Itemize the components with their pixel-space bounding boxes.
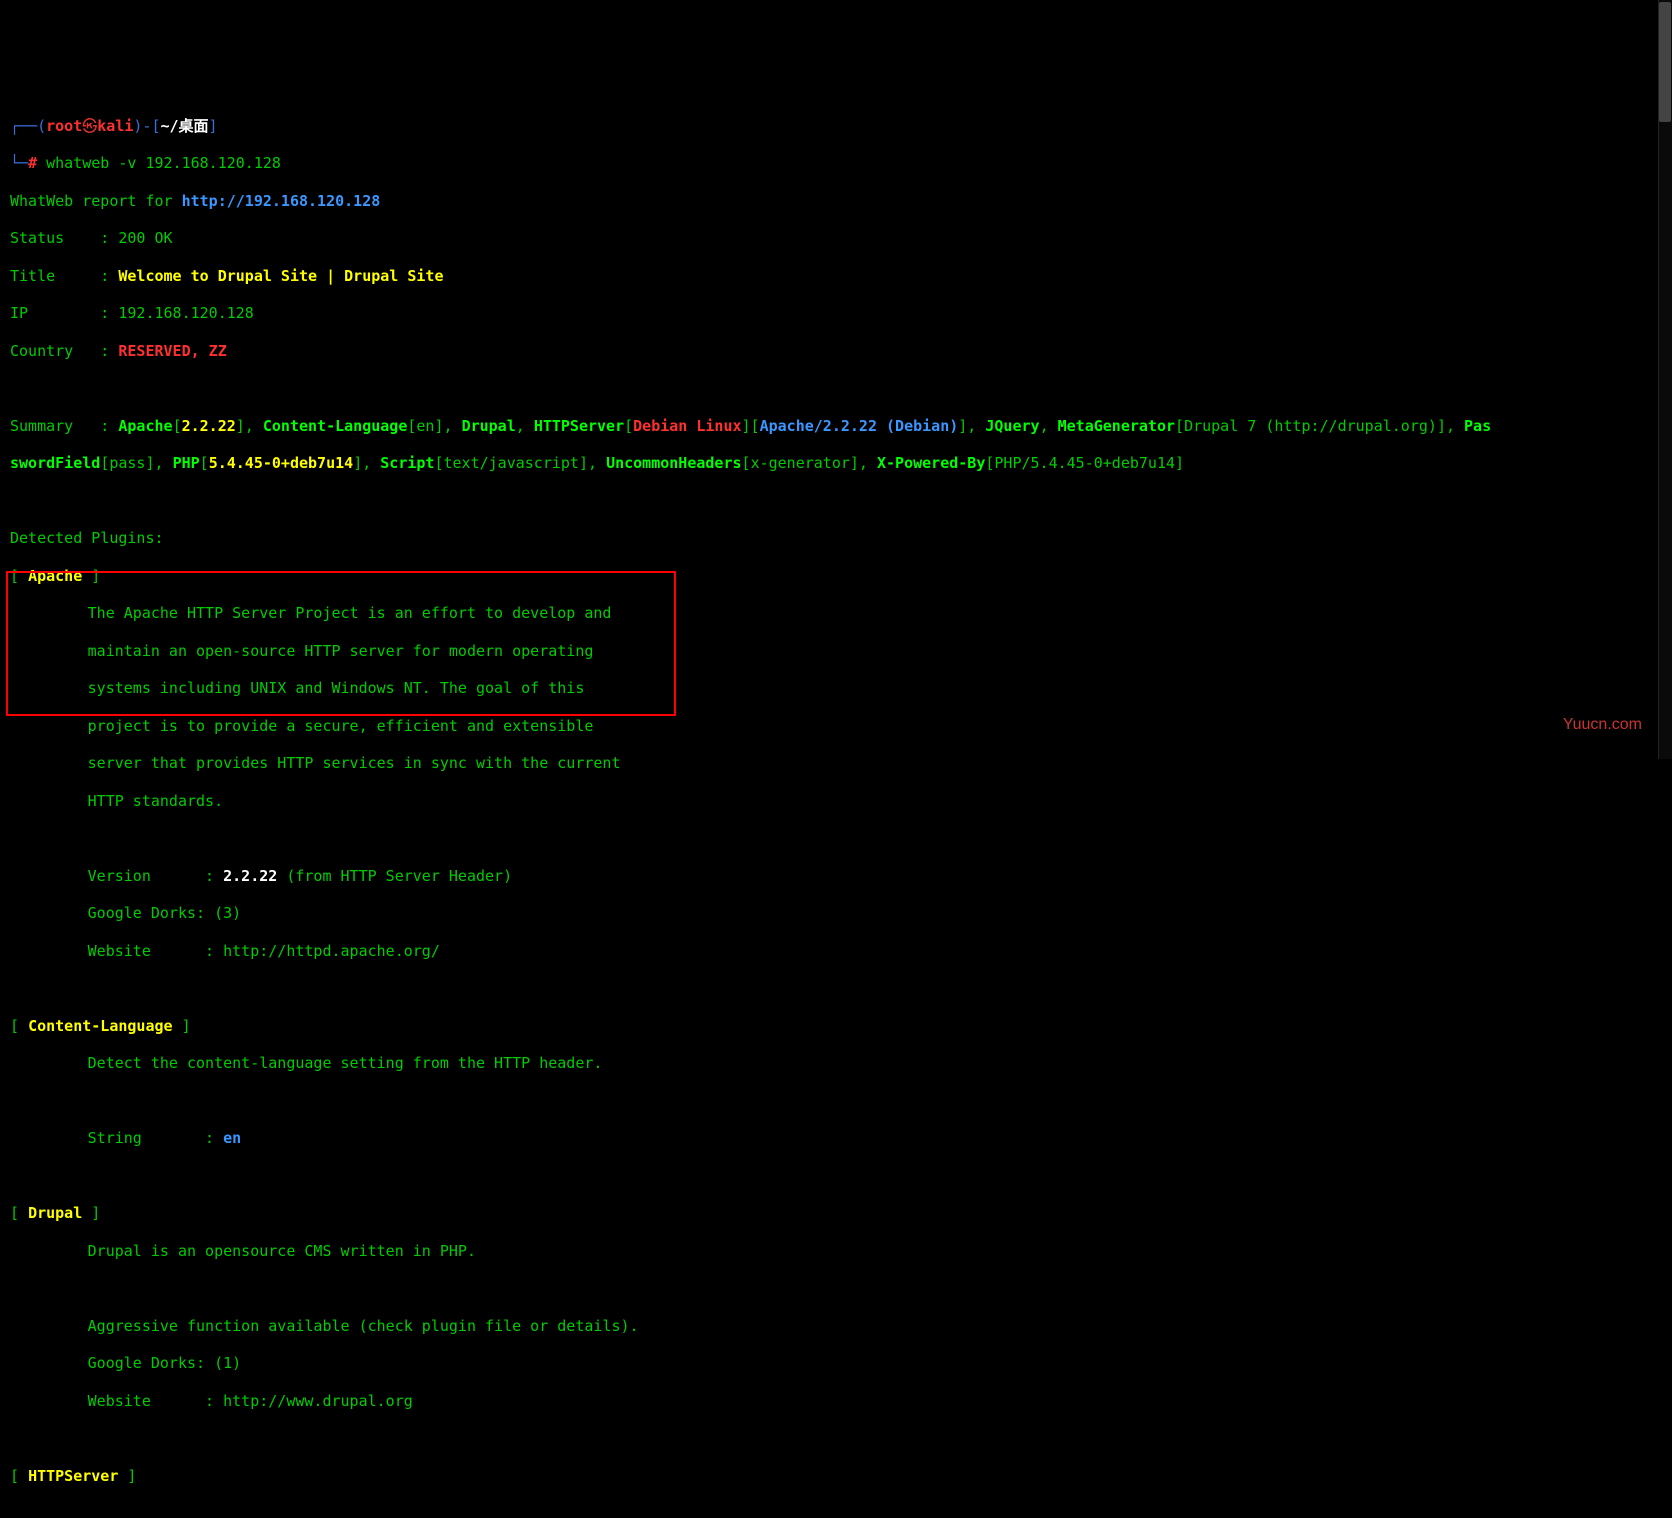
prompt-line-2[interactable]: └─# whatweb -v 192.168.120.128 [10, 154, 1662, 173]
plugin-drupal-header: [ Drupal ] [10, 1204, 1662, 1223]
scrollbar[interactable] [1658, 0, 1672, 759]
clang-string: String : en [10, 1129, 1662, 1148]
drupal-dorks: Google Dorks: (1) [10, 1354, 1662, 1373]
watermark-text: Yuucn.com [1563, 715, 1642, 735]
terminal-output: ┌──(root㉿kali)-[~/桌面] └─# whatweb -v 192… [10, 79, 1662, 1518]
apache-dorks: Google Dorks: (3) [10, 904, 1662, 923]
status-line: Status : 200 OK [10, 229, 1662, 248]
plugin-apache-header: [ Apache ] [10, 567, 1662, 586]
ip-line: IP : 192.168.120.128 [10, 304, 1662, 323]
apache-version: Version : 2.2.22 (from HTTP Server Heade… [10, 867, 1662, 886]
clang-desc: Detect the content-language setting from… [10, 1054, 1662, 1073]
country-line: Country : RESERVED, ZZ [10, 342, 1662, 361]
drupal-website: Website : http://www.drupal.org [10, 1392, 1662, 1411]
summary-line-2: swordField[pass], PHP[5.4.45-0+deb7u14],… [10, 454, 1662, 473]
scrollbar-thumb[interactable] [1659, 2, 1671, 122]
drupal-desc: Drupal is an opensource CMS written in P… [10, 1242, 1662, 1261]
report-url: WhatWeb report for http://192.168.120.12… [10, 192, 1662, 211]
summary-line: Summary : Apache[2.2.22], Content-Langua… [10, 417, 1662, 436]
plugin-clang-header: [ Content-Language ] [10, 1017, 1662, 1036]
command-text: whatweb -v 192.168.120.128 [46, 154, 281, 172]
plugin-httpserver-header: [ HTTPServer ] [10, 1467, 1662, 1486]
detected-header: Detected Plugins: [10, 529, 1662, 548]
apache-desc: The Apache HTTP Server Project is an eff… [10, 604, 1662, 623]
drupal-aggr: Aggressive function available (check plu… [10, 1317, 1662, 1336]
prompt-line-1: ┌──(root㉿kali)-[~/桌面] [10, 117, 1662, 136]
title-line: Title : Welcome to Drupal Site | Drupal … [10, 267, 1662, 286]
apache-website: Website : http://httpd.apache.org/ [10, 942, 1662, 961]
